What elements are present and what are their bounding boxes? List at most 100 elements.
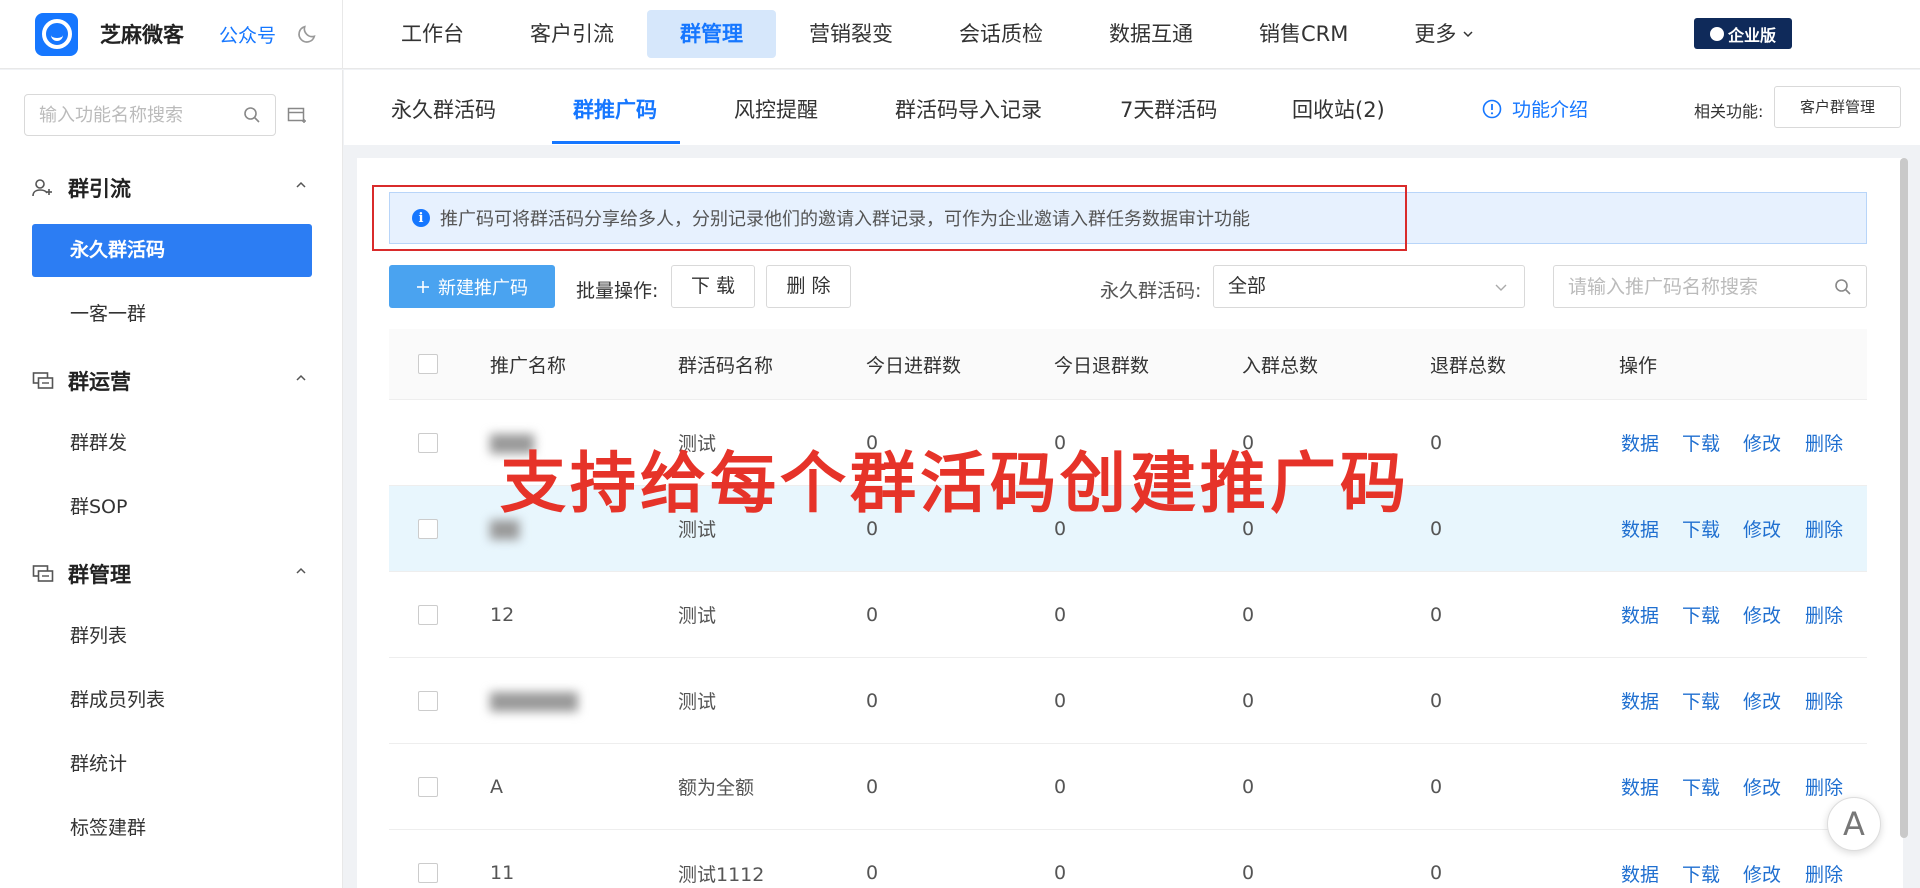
select-all-checkbox[interactable] (418, 329, 438, 399)
delete-link[interactable]: 删除 (1805, 400, 1843, 485)
table-row[interactable]: 12 测试 0 0 0 0 数据 下载 修改 删除 (389, 572, 1867, 658)
chevron-up-icon (296, 181, 306, 188)
promo-search-input[interactable] (1568, 266, 1818, 307)
sidebar-group-label: 群管理 (68, 563, 131, 587)
enterprise-icon (1709, 26, 1724, 41)
sidebar-group-management[interactable]: 群管理 (32, 559, 307, 589)
column-header: 退群总数 (1430, 354, 1507, 377)
column-header: 今日进群数 (866, 354, 962, 377)
sidebar-item-group-stats[interactable]: 群统计 (32, 738, 312, 791)
nav-workbench[interactable]: 工作台 (368, 10, 497, 58)
table-row[interactable]: ▇▇▇▇▇▇ 测试 0 0 0 0 数据 下载 修改 删除 (389, 658, 1867, 744)
moon-icon[interactable] (296, 23, 318, 45)
total-out-cell: 0 (1430, 517, 1443, 540)
edit-link[interactable]: 修改 (1743, 572, 1781, 657)
nav-marketing[interactable]: 营销裂变 (776, 10, 926, 58)
delete-link[interactable]: 删除 (1805, 572, 1843, 657)
total-out-cell: 0 (1430, 689, 1443, 712)
plus-icon (417, 280, 429, 293)
tab-recycle-bin[interactable]: 回收站(2) (1292, 70, 1385, 145)
top-header: 芝麻微客 公众号 工作台 客户引流 群管理 营销裂变 会话质检 数据互通 销售C… (0, 0, 1920, 69)
download-link[interactable]: 下载 (1682, 830, 1720, 888)
data-link[interactable]: 数据 (1621, 400, 1659, 485)
data-link[interactable]: 数据 (1621, 486, 1659, 571)
search-icon[interactable] (243, 106, 261, 124)
download-link[interactable]: 下载 (1682, 572, 1720, 657)
nav-group-management[interactable]: 群管理 (647, 10, 776, 58)
table-row[interactable]: 11 测试1112 0 0 0 0 数据 下载 修改 删除 (389, 830, 1867, 888)
wechat-account-link[interactable]: 公众号 (219, 21, 276, 48)
user-add-icon (32, 179, 52, 197)
new-promo-code-label: 新建推广码 (438, 277, 528, 299)
download-link[interactable]: 下载 (1682, 486, 1720, 571)
row-checkbox[interactable] (418, 658, 438, 743)
sidebar-group-operation[interactable]: 群运营 (32, 366, 307, 396)
sidebar-item-permanent-code[interactable]: 永久群活码 (32, 224, 312, 277)
floating-font-button[interactable]: A (1827, 797, 1881, 851)
nav-sales-crm[interactable]: 销售CRM (1226, 10, 1381, 58)
nav-data-sync[interactable]: 数据互通 (1076, 10, 1226, 58)
delete-link[interactable]: 删除 (1805, 486, 1843, 571)
sidebar-item-one-customer-one-group[interactable]: 一客一群 (32, 288, 312, 341)
edit-link[interactable]: 修改 (1743, 400, 1781, 485)
permanent-code-select[interactable]: 全部 (1213, 265, 1525, 308)
row-checkbox[interactable] (418, 830, 438, 888)
permanent-code-filter-label: 永久群活码: (1100, 280, 1202, 302)
batch-download-button[interactable]: 下 载 (671, 265, 755, 308)
new-promo-code-button[interactable]: 新建推广码 (389, 265, 555, 308)
scrollbar[interactable] (1900, 158, 1908, 838)
data-link[interactable]: 数据 (1621, 572, 1659, 657)
code-name-cell: 测试 (678, 605, 717, 627)
tab-import-records[interactable]: 群活码导入记录 (895, 70, 1042, 145)
customer-group-management-button[interactable]: 客户群管理 (1774, 86, 1901, 128)
sidebar-item-group-sop[interactable]: 群SOP (32, 481, 312, 534)
row-checkbox[interactable] (418, 744, 438, 829)
column-header: 操作 (1619, 354, 1658, 377)
sidebar-item-tag-group[interactable]: 标签建群 (32, 802, 312, 855)
promo-name-cell: ▇▇▇▇▇▇ (490, 689, 578, 712)
batch-delete-button[interactable]: 删 除 (766, 265, 851, 308)
nav-customer-acquisition[interactable]: 客户引流 (497, 10, 647, 58)
delete-link[interactable]: 删除 (1805, 658, 1843, 743)
row-checkbox[interactable] (418, 486, 438, 571)
tab-permanent-code[interactable]: 永久群活码 (391, 70, 496, 145)
nav-more[interactable]: 更多 (1381, 10, 1507, 58)
search-icon[interactable] (1834, 278, 1852, 296)
promo-name-cell: 12 (490, 603, 515, 626)
chevron-down-icon (1495, 284, 1507, 291)
total-out-cell: 0 (1430, 862, 1443, 884)
nav-session-qc[interactable]: 会话质检 (926, 10, 1076, 58)
edit-link[interactable]: 修改 (1743, 486, 1781, 571)
today-out-cell: 0 (1054, 775, 1067, 798)
related-function-label: 相关功能: (1694, 102, 1764, 121)
sidebar-item-member-list[interactable]: 群成员列表 (32, 674, 312, 727)
promo-search[interactable] (1553, 265, 1867, 308)
tab-promo-code[interactable]: 群推广码 (573, 70, 657, 145)
sidebar-search[interactable] (24, 94, 276, 136)
sidebar-item-group-broadcast[interactable]: 群群发 (32, 417, 312, 470)
download-link[interactable]: 下载 (1682, 658, 1720, 743)
data-link[interactable]: 数据 (1621, 744, 1659, 829)
sidebar-item-group-list[interactable]: 群列表 (32, 610, 312, 663)
tab-7day-code[interactable]: 7天群活码 (1120, 70, 1217, 145)
table-row[interactable]: A 额为全额 0 0 0 0 数据 下载 修改 删除 (389, 744, 1867, 830)
row-checkbox[interactable] (418, 400, 438, 485)
edit-link[interactable]: 修改 (1743, 830, 1781, 888)
column-header: 今日退群数 (1054, 354, 1150, 377)
total-in-cell: 0 (1242, 689, 1255, 712)
edit-link[interactable]: 修改 (1743, 744, 1781, 829)
logo-icon[interactable] (35, 12, 78, 56)
shortcut-icon[interactable] (287, 105, 307, 125)
sidebar-search-input[interactable] (39, 104, 239, 126)
data-link[interactable]: 数据 (1621, 830, 1659, 888)
download-link[interactable]: 下载 (1682, 744, 1720, 829)
tab-risk-alert[interactable]: 风控提醒 (734, 70, 818, 145)
edit-link[interactable]: 修改 (1743, 658, 1781, 743)
download-link[interactable]: 下载 (1682, 400, 1720, 485)
row-checkbox[interactable] (418, 572, 438, 657)
data-link[interactable]: 数据 (1621, 658, 1659, 743)
sidebar-group-acquisition[interactable]: 群引流 (32, 173, 307, 203)
sidebar: 群引流 永久群活码 一客一群 群运营 群群发 群SOP 群管理 群列表 群成员列… (0, 70, 343, 888)
enterprise-badge: 企业版 (1694, 18, 1792, 49)
feature-intro-link[interactable]: 功能介绍 (1482, 95, 1588, 122)
